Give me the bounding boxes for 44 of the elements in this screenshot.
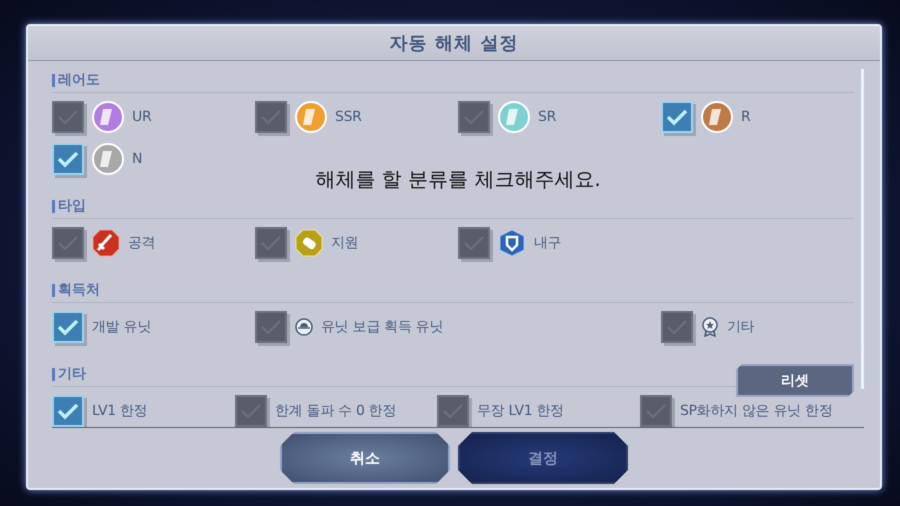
sword-icon	[92, 229, 120, 257]
scrollbar[interactable]	[861, 69, 864, 389]
checkbox[interactable]	[640, 395, 672, 427]
checkbox[interactable]	[235, 395, 267, 427]
option-label: N	[132, 151, 142, 167]
option-label: 무장 LV1 한정	[477, 402, 564, 420]
checkbox[interactable]	[255, 227, 287, 259]
checkmark-icon	[57, 150, 79, 168]
option-label: LV1 한정	[92, 402, 148, 420]
capsule-icon	[295, 318, 313, 336]
checkmark-icon	[666, 108, 688, 126]
checkbox[interactable]	[255, 101, 287, 133]
option-label: 내구	[534, 234, 562, 252]
cancel-button[interactable]: 취소	[280, 432, 450, 484]
option-label: SP화하지 않은 유닛 한정	[680, 402, 832, 420]
checkmark-icon	[57, 318, 79, 336]
option-label: 기타	[727, 318, 754, 336]
section-heading: 타입	[58, 197, 86, 215]
checkbox[interactable]	[458, 227, 490, 259]
reset-button[interactable]: 리셋	[736, 364, 854, 397]
section-heading: 기타	[58, 365, 86, 383]
checkbox[interactable]	[661, 311, 693, 343]
checkbox[interactable]	[52, 101, 84, 133]
section-heading: 획득처	[58, 281, 100, 299]
option-label: SSR	[335, 109, 362, 125]
option-label: 한계 돌파 수 0 한정	[275, 402, 396, 420]
option-label: 지원	[331, 234, 358, 252]
option-label: UR	[132, 109, 152, 125]
checkmark-icon	[57, 402, 79, 420]
toast-message: 해체를 할 분류를 체크해주세요.	[315, 167, 601, 191]
checkbox[interactable]	[458, 101, 490, 133]
checkbox[interactable]	[255, 311, 287, 343]
shell-icon	[295, 229, 323, 257]
option-label: 공격	[128, 234, 156, 252]
option-label: R	[741, 109, 750, 125]
option-label: 개발 유닛	[92, 318, 151, 336]
option-label: SR	[538, 109, 556, 125]
option-label: 유닛 보급 획득 유닛	[321, 318, 444, 336]
checkbox[interactable]	[52, 227, 84, 259]
section-heading: 레어도	[58, 71, 100, 89]
checkbox[interactable]	[437, 395, 469, 427]
shield-icon	[498, 229, 526, 257]
medal-icon	[701, 317, 719, 337]
dialog-title: 자동 해체 설정	[28, 26, 880, 61]
